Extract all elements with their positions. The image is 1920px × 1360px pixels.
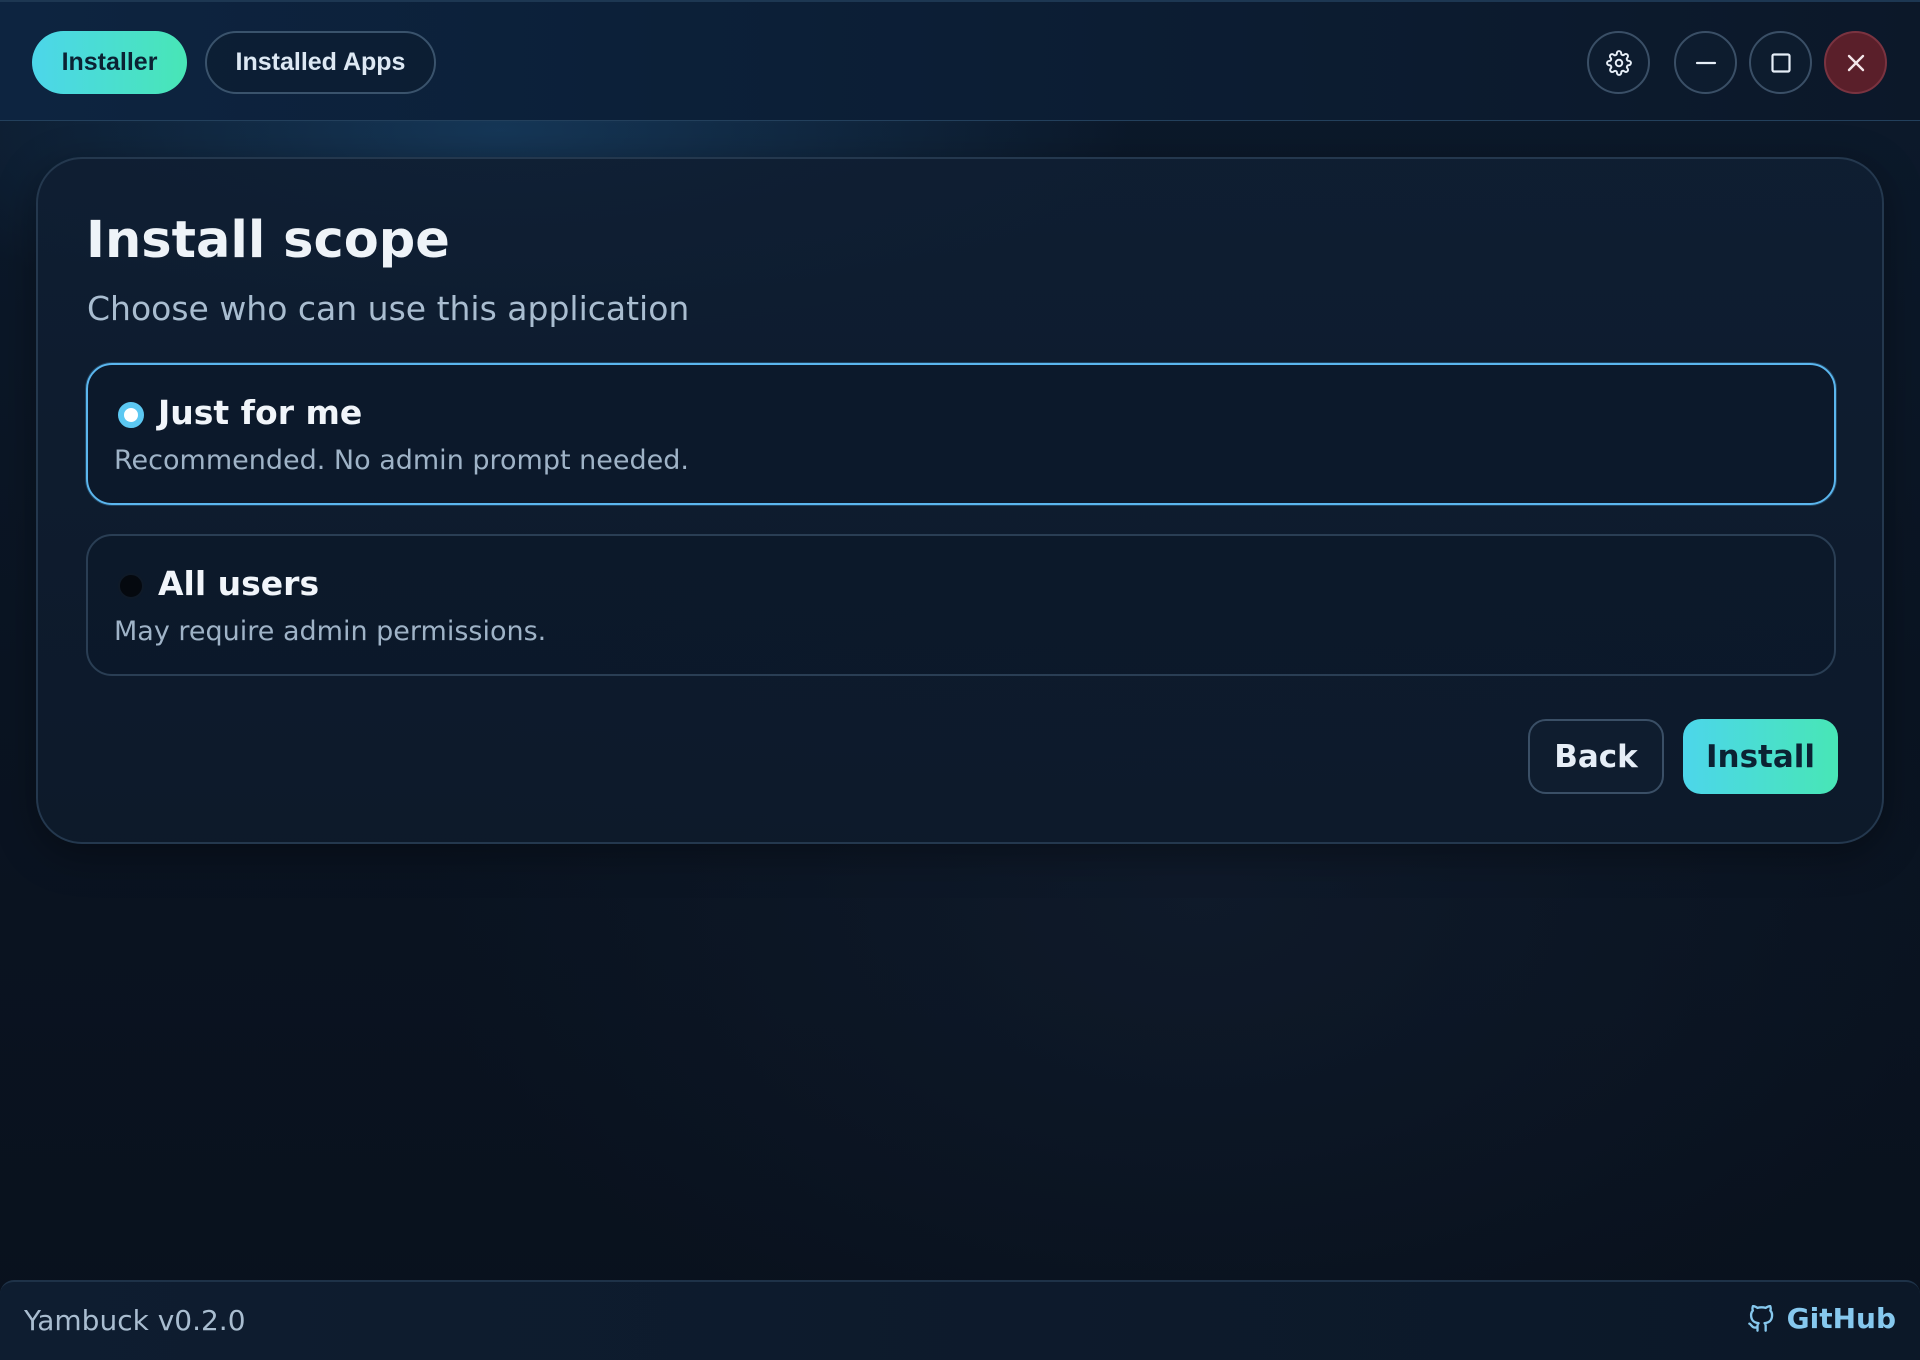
install-scope-card: Install scope Choose who can use this ap… (36, 157, 1884, 844)
gear-icon (1605, 49, 1632, 76)
option-just-for-me[interactable]: Just for me Recommended. No admin prompt… (86, 363, 1836, 505)
top-bar: Installer Installed Apps (0, 0, 1920, 121)
github-link[interactable]: GitHub (1747, 1302, 1896, 1335)
radio-just-for-me[interactable] (118, 402, 144, 428)
option-label: All users (158, 564, 320, 603)
back-button[interactable]: Back (1528, 719, 1664, 794)
page-title: Install scope (86, 211, 450, 270)
option-description: May require admin permissions. (114, 616, 547, 647)
footer: Yambuck v0.2.0 GitHub (0, 1280, 1920, 1360)
github-icon (1747, 1304, 1773, 1332)
minimize-icon (1695, 61, 1716, 64)
option-all-users[interactable]: All users May require admin permissions. (86, 534, 1836, 676)
option-label: Just for me (158, 393, 363, 432)
tab-installer[interactable]: Installer (32, 31, 187, 94)
radio-all-users[interactable] (118, 573, 144, 599)
github-label[interactable]: GitHub (1787, 1302, 1896, 1335)
option-description: Recommended. No admin prompt needed. (114, 445, 689, 476)
version-label: Yambuck v0.2.0 (24, 1304, 246, 1337)
tab-installed-apps[interactable]: Installed Apps (205, 31, 436, 94)
maximize-button[interactable] (1749, 31, 1812, 94)
settings-button[interactable] (1587, 31, 1650, 94)
close-icon (1847, 54, 1864, 71)
minimize-button[interactable] (1674, 31, 1737, 94)
close-button[interactable] (1824, 31, 1887, 94)
page-subtitle: Choose who can use this application (87, 289, 690, 328)
maximize-icon (1770, 52, 1791, 73)
install-button[interactable]: Install (1683, 719, 1838, 794)
